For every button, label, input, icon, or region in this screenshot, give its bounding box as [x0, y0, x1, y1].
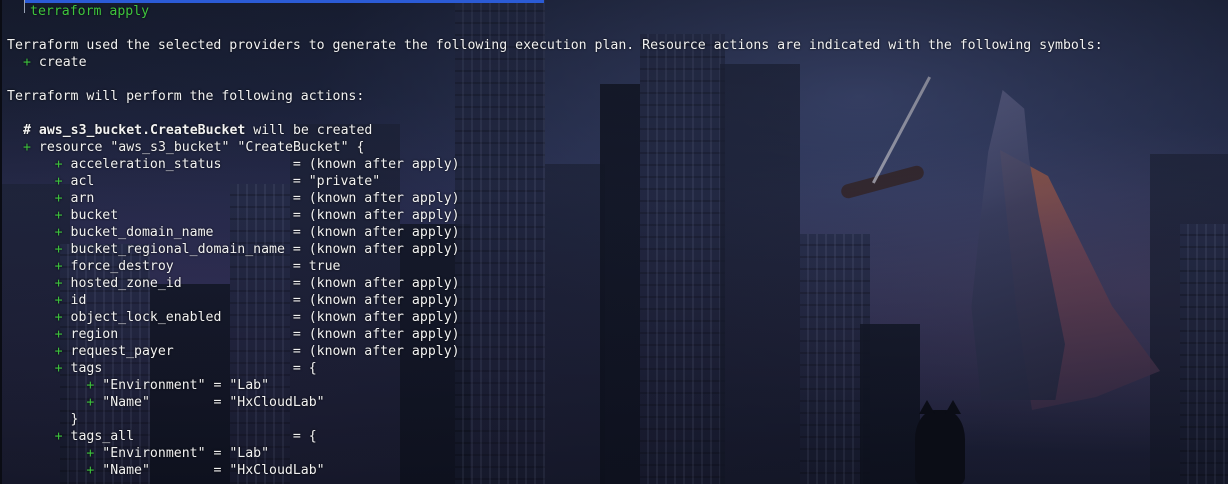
plan-attribute-line: + acl = "private" [7, 173, 381, 190]
plan-attribute-line: + hosted_zone_id = (known after apply) [7, 275, 460, 292]
plus-symbol: + [54, 293, 63, 308]
plus-symbol: + [54, 429, 63, 444]
attribute-text: acl = "private" [62, 174, 381, 189]
resource-status: will be created [245, 123, 373, 138]
plan-attribute-line: + "Name" = "HxCloudLab" [7, 462, 325, 479]
plus-symbol: + [23, 55, 31, 70]
plus-symbol: + [54, 344, 63, 359]
plus-symbol: + [54, 242, 63, 257]
attribute-text: bucket_regional_domain_name = (known aft… [62, 242, 460, 257]
attribute-text: hosted_zone_id = (known after apply) [62, 276, 460, 291]
plan-attribute-line: + arn = (known after apply) [7, 190, 460, 207]
symbol-legend: + create [23, 54, 87, 71]
plan-attribute-line: + bucket = (known after apply) [7, 207, 460, 224]
terminal-output[interactable]: terraform apply Terraform used the selec… [0, 0, 1228, 484]
plan-attribute-line: + acceleration_status = (known after app… [7, 156, 460, 173]
attribute-text: "Environment" = "Lab" [94, 378, 270, 393]
plus-symbol: + [54, 276, 63, 291]
plan-attribute-line: + request_payer = (known after apply) [7, 343, 460, 360]
plus-symbol: + [54, 259, 63, 274]
attribute-text: "Name" = "HxCloudLab" [94, 395, 325, 410]
plan-attribute-line: + "Environment" = "Lab" [7, 377, 269, 394]
create-label: create [38, 55, 87, 70]
attribute-text: region = (known after apply) [62, 327, 460, 342]
attribute-text: bucket_domain_name = (known after apply) [62, 225, 460, 240]
plus-symbol: + [54, 174, 63, 189]
attribute-text: object_lock_enabled = (known after apply… [62, 310, 460, 325]
plan-attribute-line: + "Environment" = "Lab" [7, 445, 269, 462]
attribute-text: tags = { [62, 361, 317, 376]
plus-symbol: + [54, 208, 63, 223]
plus-symbol: + [23, 140, 31, 155]
command-line: terraform apply [30, 3, 149, 20]
attribute-text: request_payer = (known after apply) [62, 344, 460, 359]
attribute-text: arn = (known after apply) [62, 191, 460, 206]
plan-attribute-line: + id = (known after apply) [7, 292, 460, 309]
plan-attribute-line: + bucket_domain_name = (known after appl… [7, 224, 460, 241]
attribute-text: acceleration_status = (known after apply… [62, 157, 460, 172]
plan-attribute-line: + object_lock_enabled = (known after app… [7, 309, 460, 326]
attribute-text: tags_all = { [62, 429, 317, 444]
plan-attribute-line: + tags_all = { [7, 428, 317, 445]
plus-symbol: + [54, 225, 63, 240]
comment-hash: # [23, 123, 39, 138]
resource-address: aws_s3_bucket.CreateBucket [38, 123, 246, 138]
plus-symbol: + [54, 327, 63, 342]
command-text: terraform apply [30, 4, 150, 19]
plus-symbol: + [54, 157, 63, 172]
plan-attribute-line: + bucket_regional_domain_name = (known a… [7, 241, 460, 258]
attribute-text: force_destroy = true [62, 259, 341, 274]
attribute-text: "Name" = "HxCloudLab" [94, 463, 325, 478]
attribute-text: "Environment" = "Lab" [94, 446, 270, 461]
plan-attribute-line: + region = (known after apply) [7, 326, 460, 343]
plan-attribute-line: + force_destroy = true [7, 258, 341, 275]
attribute-text: id = (known after apply) [62, 293, 460, 308]
plan-attribute-line: + "Name" = "HxCloudLab" [7, 394, 325, 411]
resource-declaration: + resource "aws_s3_bucket" "CreateBucket… [23, 139, 364, 156]
plan-intro: Terraform used the selected providers to… [7, 38, 1103, 53]
plan-attribute-line: + tags = { [7, 360, 317, 377]
plus-symbol: + [54, 191, 63, 206]
attribute-text: bucket = (known after apply) [62, 208, 460, 223]
resource-declaration-text: resource "aws_s3_bucket" "CreateBucket" … [30, 140, 365, 155]
resource-comment: # aws_s3_bucket.CreateBucket will be cre… [23, 122, 372, 139]
plan-attribute-line: } [7, 411, 79, 428]
plus-symbol: + [54, 310, 63, 325]
attribute-text: } [70, 412, 79, 427]
perform-heading: Terraform will perform the following act… [7, 89, 365, 104]
plus-symbol: + [54, 361, 63, 376]
